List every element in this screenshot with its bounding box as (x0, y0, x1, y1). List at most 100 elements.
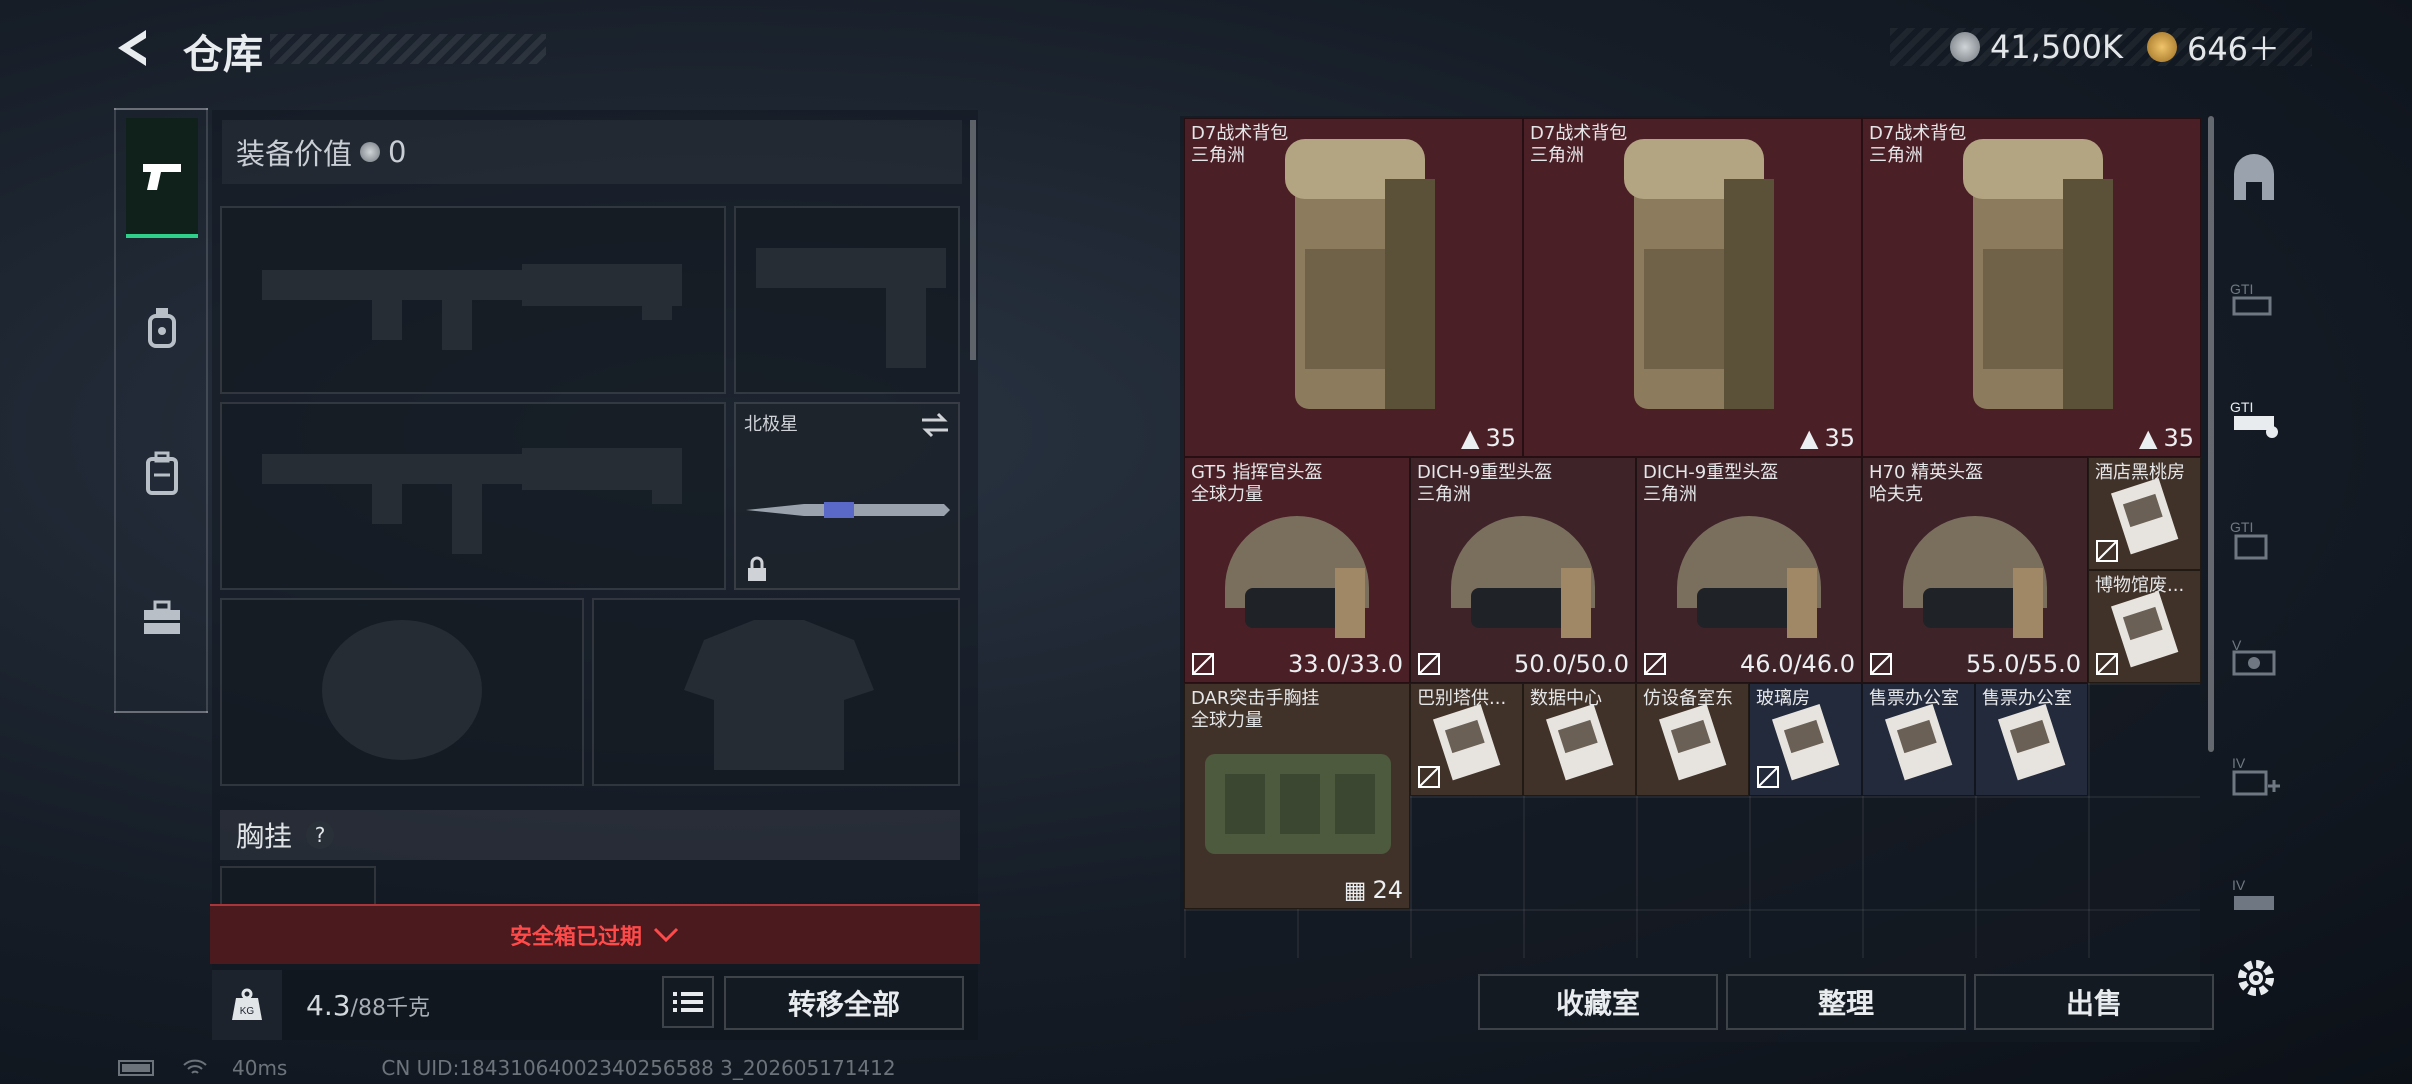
stash-item-card[interactable]: 巴别塔供... (1410, 683, 1523, 796)
safe-box-expired-notice[interactable]: 安全箱已过期 (210, 904, 980, 964)
stash-item-backpack[interactable]: D7战术背包 三角洲 ▲ 35 (1184, 118, 1523, 457)
chest-rig-header: 胸挂 ? (220, 810, 960, 860)
item-name: 售票办公室 (1869, 688, 1959, 709)
stash-item-backpack[interactable]: D7战术背包 三角洲 ▲ 35 (1862, 118, 2201, 457)
currency-bar: 41,500K 646＋ (1890, 28, 2312, 68)
no-sell-icon (1417, 765, 1441, 789)
stash-item-backpack[interactable]: D7战术背包 三角洲 ▲ 35 (1523, 118, 1862, 457)
item-name: 玻璃房 (1756, 688, 1810, 709)
silver-coin-icon (1950, 32, 1980, 62)
stash-page-2-icon[interactable]: GTI (2226, 270, 2282, 326)
item-name: D7战术背包 三角洲 (1530, 123, 1628, 166)
equipment-tabs (114, 108, 208, 713)
no-sell-icon (1643, 652, 1667, 676)
back-arrow-icon[interactable] (112, 26, 154, 70)
chest-rig-label: 胸挂 (236, 820, 293, 853)
capacity-icon: ▲ (1799, 424, 1819, 452)
battery-icon (118, 1058, 158, 1078)
settings-gear-icon[interactable] (2232, 954, 2280, 1002)
stash-item-card[interactable]: 售票办公室 (1862, 683, 1975, 796)
stash-pages: GTI GTI GTI V IV IV (2216, 118, 2290, 958)
status-footer: 40ms CN UID:18431064002340256588 3_20260… (118, 1056, 896, 1080)
melee-slot[interactable]: 北极星 (734, 402, 960, 590)
stash-item-helmet[interactable]: H70 精英头盔 哈夫克 55.0/55.0 (1862, 457, 2088, 683)
tab-grenades[interactable] (126, 268, 198, 388)
stash-item-card[interactable]: 售票办公室 (1975, 683, 2088, 796)
help-icon[interactable]: ? (306, 821, 335, 849)
swap-icon[interactable] (920, 412, 950, 438)
item-value: ▲ 35 (2138, 424, 2194, 452)
stash-item-card[interactable]: 仿设备室东 (1636, 683, 1749, 796)
item-name: DICH-9重型头盔 三角洲 (1417, 462, 1553, 505)
item-name: DAR突击手胸挂 全球力量 (1191, 688, 1320, 731)
sell-button[interactable]: 出售 (1974, 974, 2214, 1030)
stash-page-7-icon[interactable]: IV (2226, 870, 2282, 926)
stash-item-helmet[interactable]: DICH-9重型头盔 三角洲 46.0/46.0 (1636, 457, 1862, 683)
grenade-icon (142, 306, 182, 350)
stash-page-4-icon[interactable]: GTI (2226, 510, 2282, 566)
stash-scrollbar[interactable] (2208, 116, 2214, 752)
no-sell-icon (1191, 652, 1215, 676)
svg-text:GTI: GTI (2230, 281, 2253, 297)
item-name: H70 精英头盔 哈夫克 (1869, 462, 1984, 505)
armor-slot[interactable] (592, 598, 960, 786)
tab-toolbox[interactable] (126, 558, 198, 678)
svg-text:GTI: GTI (2230, 519, 2253, 535)
sidearm-slot[interactable] (734, 206, 960, 394)
backpack-image (1185, 119, 1524, 458)
item-value: 46.0/46.0 (1740, 650, 1855, 678)
capacity-icon: ▦ (1343, 876, 1367, 904)
item-name: 售票办公室 (1982, 688, 2072, 709)
melee-label: 北极星 (744, 414, 798, 435)
stash-item-card[interactable]: 酒店黑桃房 (2088, 457, 2201, 570)
title-decoration (270, 34, 546, 64)
backpack-icon (142, 451, 182, 495)
backpack-image (1524, 119, 1863, 458)
item-value: 55.0/55.0 (1966, 650, 2081, 678)
sort-button[interactable]: 整理 (1726, 974, 1966, 1030)
capacity-icon: ▲ (1460, 424, 1480, 452)
item-value: ▦ 24 (1343, 876, 1403, 904)
equipment-value: 装备价值 0 (222, 120, 962, 184)
secondary-weapon-slot[interactable] (220, 402, 726, 590)
list-view-button[interactable] (662, 976, 714, 1028)
tab-weapons[interactable] (126, 118, 198, 238)
svg-text:GTI: GTI (2230, 399, 2253, 415)
item-name: 数据中心 (1530, 688, 1602, 709)
stash-page-6-icon[interactable]: IV (2226, 748, 2282, 804)
gold-currency-value[interactable]: 646＋ (2187, 24, 2280, 70)
svg-text:IV: IV (2232, 877, 2246, 893)
silver-currency-value: 41,500K (1990, 28, 2123, 66)
no-sell-icon (1756, 765, 1780, 789)
chest-rig-slot[interactable] (220, 866, 376, 906)
gold-coin-icon (2146, 32, 2177, 62)
stash-page-3-icon[interactable]: GTI (2226, 388, 2282, 444)
stash-home-icon[interactable] (2226, 152, 2282, 208)
svg-text:KG: KG (240, 1006, 255, 1017)
toolbox-icon (141, 598, 183, 638)
stash-item-helmet[interactable]: GT5 指挥官头盔 全球力量 33.0/33.0 (1184, 457, 1410, 683)
collection-room-button[interactable]: 收藏室 (1478, 974, 1718, 1030)
kg-weight-icon: KG (212, 970, 282, 1040)
stash-item-card[interactable]: 博物馆废... (2088, 570, 2201, 683)
tab-backpack[interactable] (126, 413, 198, 533)
no-sell-icon (2095, 652, 2119, 676)
item-name: 巴别塔供... (1417, 688, 1507, 709)
helmet-slot[interactable] (220, 598, 584, 786)
item-name: GT5 指挥官头盔 全球力量 (1191, 462, 1323, 505)
pistol-icon (139, 156, 185, 196)
item-value: 33.0/33.0 (1288, 650, 1403, 678)
primary-weapon-slot[interactable] (220, 206, 726, 394)
stash-item-rig[interactable]: DAR突击手胸挂 全球力量 ▦ 24 (1184, 683, 1410, 909)
stash-item-card[interactable]: 玻璃房 (1749, 683, 1862, 796)
item-value: 50.0/50.0 (1514, 650, 1629, 678)
transfer-all-button[interactable]: 转移全部 (724, 976, 964, 1030)
stash-item-card[interactable]: 数据中心 (1523, 683, 1636, 796)
chevron-down-icon (652, 926, 680, 944)
list-icon (673, 990, 703, 1014)
loadout-scrollbar[interactable] (970, 120, 976, 360)
backpack-image (1863, 119, 2202, 458)
stash-item-helmet[interactable]: DICH-9重型头盔 三角洲 50.0/50.0 (1410, 457, 1636, 683)
stash-page-5-icon[interactable]: V (2226, 628, 2282, 684)
item-name: DICH-9重型头盔 三角洲 (1643, 462, 1779, 505)
